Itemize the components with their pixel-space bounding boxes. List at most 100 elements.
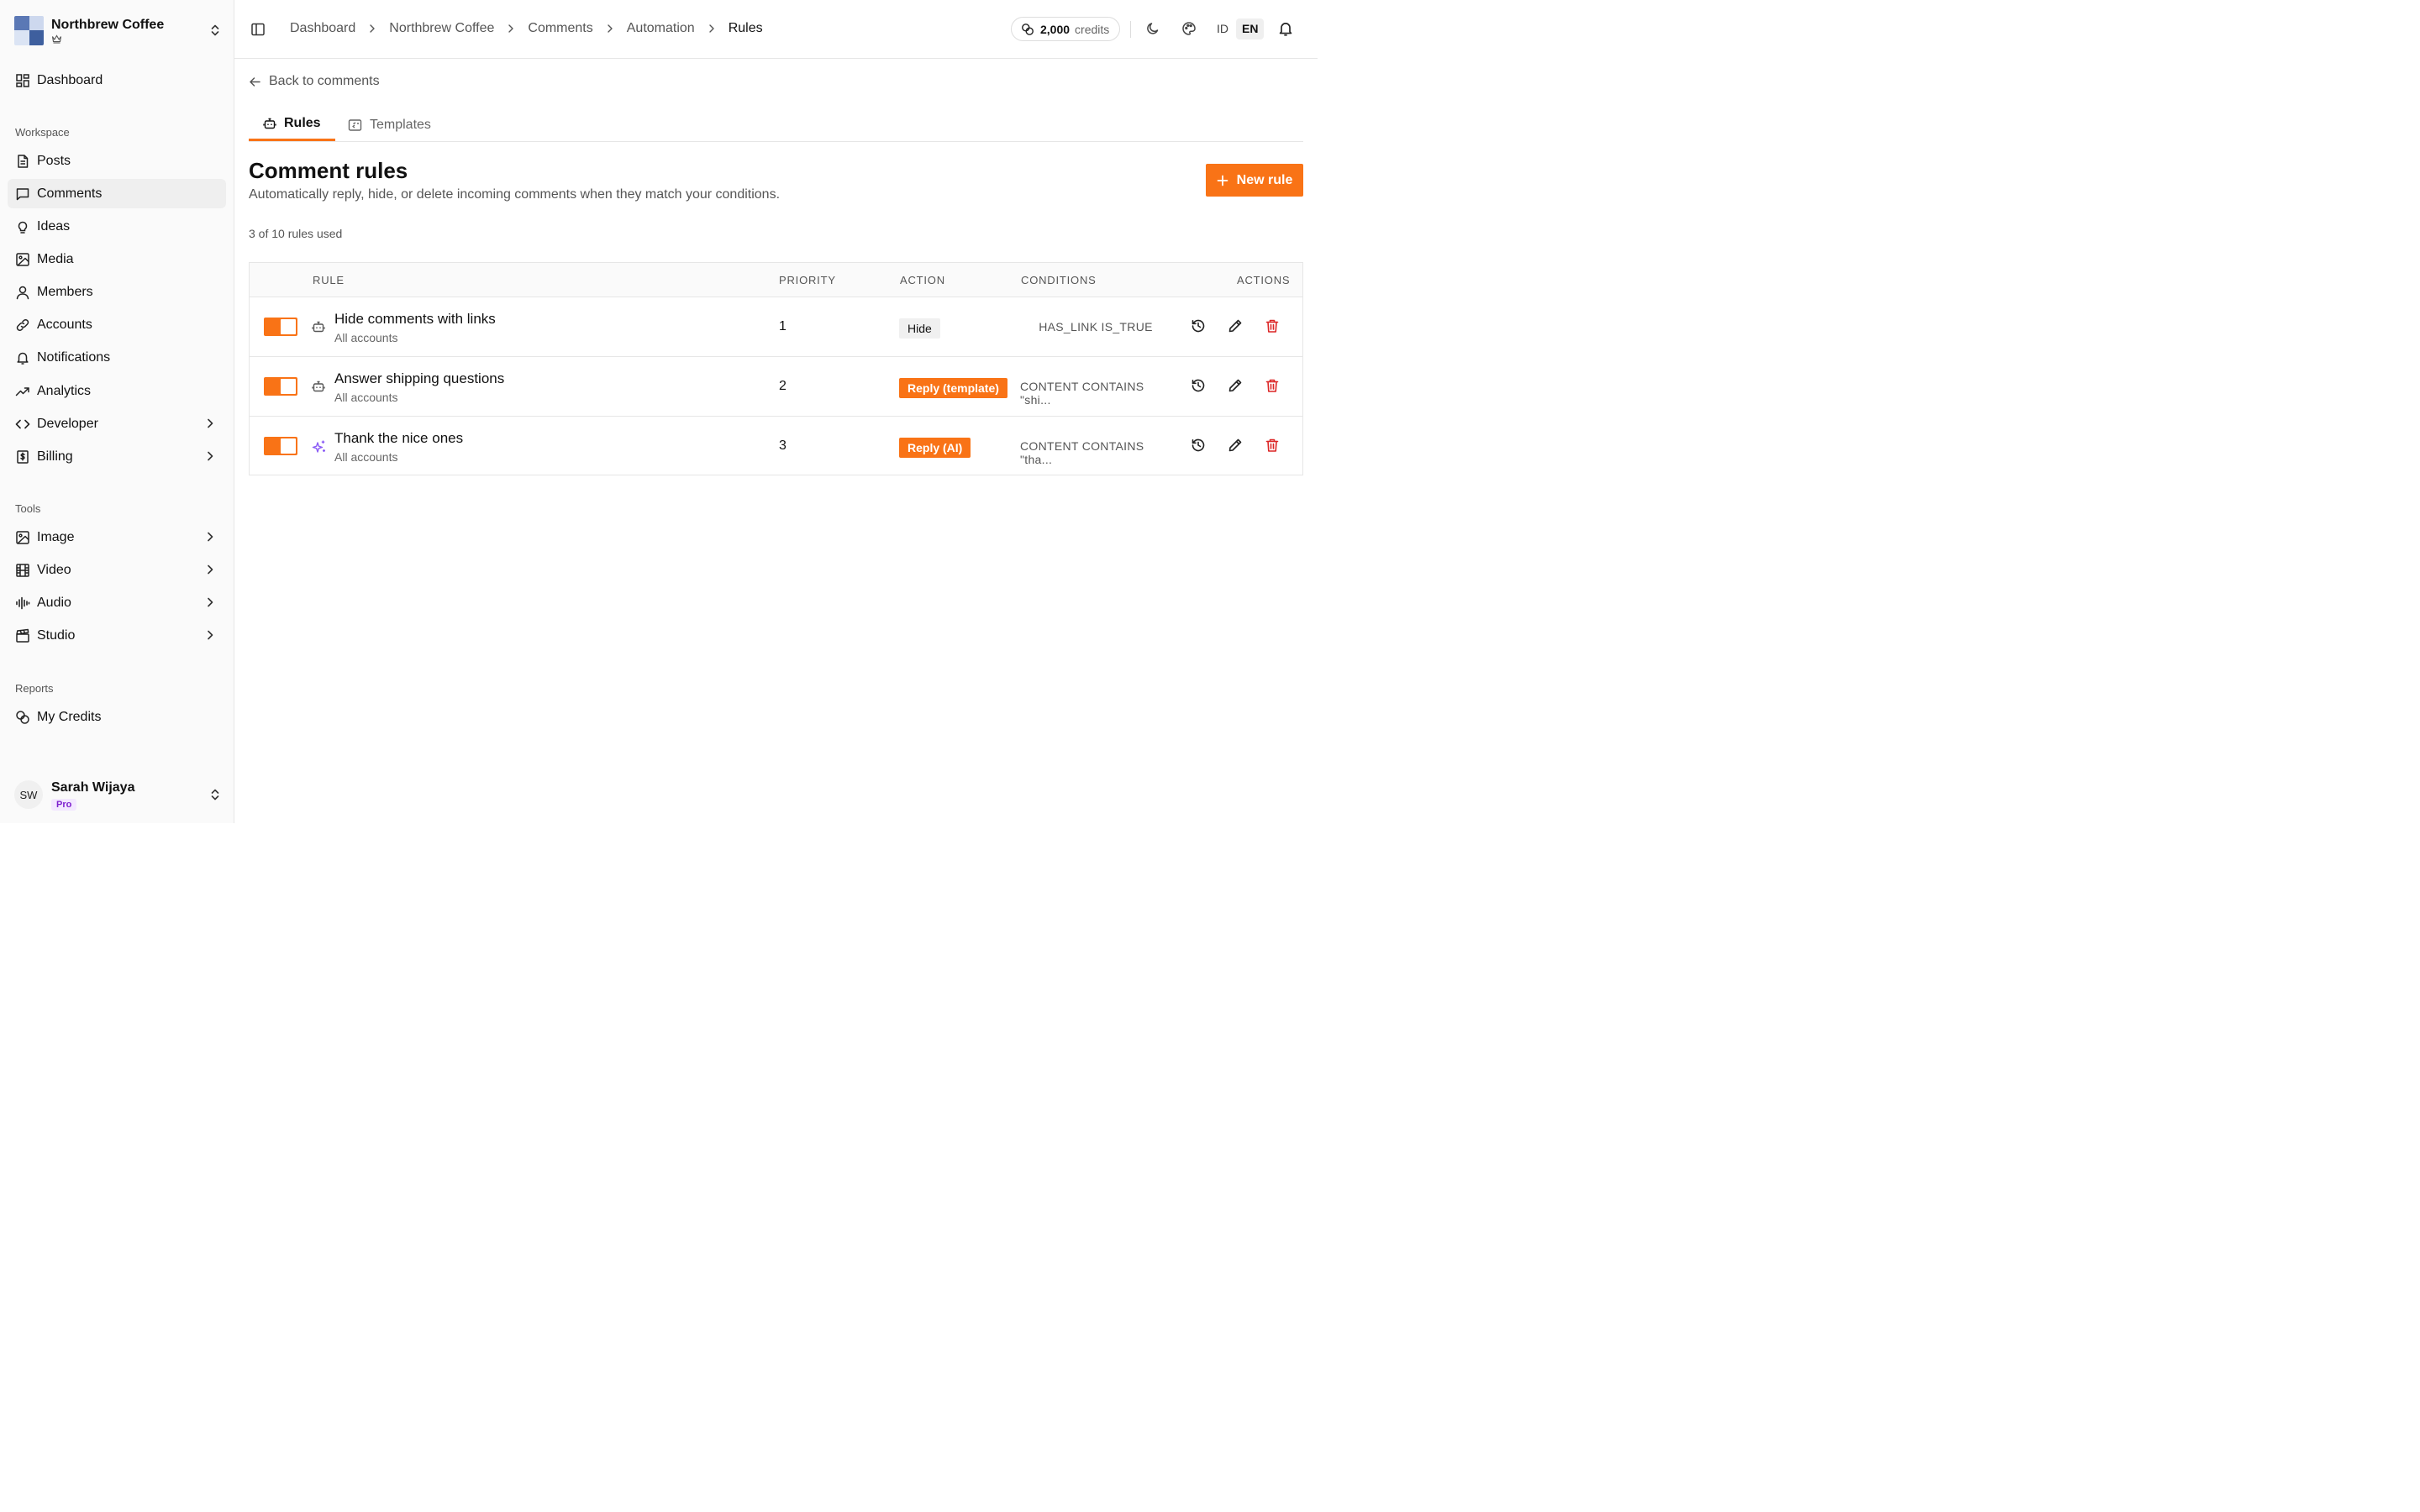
- rule-enabled-toggle[interactable]: [264, 437, 297, 455]
- chevron-right-icon[interactable]: [204, 596, 216, 608]
- template-icon: [348, 118, 370, 132]
- palette-icon[interactable]: [1181, 21, 1197, 36]
- chevron-right-icon[interactable]: [204, 450, 216, 462]
- new-rule-label: New rule: [1236, 172, 1293, 187]
- image-icon: [15, 530, 30, 545]
- rule-scope: All accounts: [334, 450, 398, 464]
- breadcrumb-automation[interactable]: Automation: [627, 21, 695, 36]
- rule-scope: All accounts: [334, 331, 398, 344]
- rule-priority: 3: [779, 438, 786, 453]
- sidebar-item-label: Image: [37, 529, 75, 544]
- sidebar-item-accounts[interactable]: Accounts: [8, 310, 226, 339]
- rule-scope: All accounts: [334, 391, 398, 404]
- user-menu[interactable]: SW Sarah Wijaya Pro: [14, 777, 221, 812]
- sidebar-item-developer[interactable]: Developer: [8, 409, 226, 438]
- history-icon[interactable]: [1191, 438, 1206, 453]
- sidebar-item-members[interactable]: Members: [8, 277, 226, 307]
- sidebar-item-label: Studio: [37, 627, 76, 643]
- rule-conditions: HAS_LINK IS_TRUE: [1039, 320, 1153, 333]
- edit-pencil-icon[interactable]: [1228, 438, 1243, 453]
- tab-templates[interactable]: Templates: [348, 108, 431, 142]
- new-rule-button[interactable]: New rule: [1206, 164, 1303, 197]
- sidebar-item-my-credits[interactable]: My Credits: [8, 702, 226, 732]
- history-icon[interactable]: [1191, 378, 1206, 393]
- chevron-right-icon[interactable]: [204, 564, 216, 575]
- sidebar-item-ideas[interactable]: Ideas: [8, 212, 226, 241]
- tab-label: Templates: [370, 117, 431, 132]
- sidebar-item-billing[interactable]: Billing: [8, 442, 226, 471]
- org-name: Northbrew Coffee: [51, 18, 165, 32]
- tab-bar: Rules Templates: [249, 108, 1303, 142]
- history-icon[interactable]: [1191, 318, 1206, 333]
- sidebar-item-analytics[interactable]: Analytics: [8, 376, 226, 406]
- film-icon: [15, 563, 30, 578]
- sidebar-item-label: Notifications: [37, 349, 111, 365]
- plan-badge: Pro: [51, 798, 77, 811]
- breadcrumb-dashboard[interactable]: Dashboard: [290, 21, 355, 36]
- section-label-workspace: Workspace: [15, 126, 70, 139]
- rule-priority: 1: [779, 319, 786, 333]
- tab-label: Rules: [284, 115, 321, 130]
- delete-trash-icon[interactable]: [1265, 378, 1280, 393]
- chevron-right-icon[interactable]: [204, 629, 216, 641]
- delete-trash-icon[interactable]: [1265, 318, 1280, 333]
- sidebar-item-media[interactable]: Media: [8, 244, 226, 274]
- chevron-right-icon: [707, 24, 717, 34]
- sidebar-item-posts[interactable]: Posts: [8, 146, 226, 176]
- sidebar-item-label: Developer: [37, 416, 98, 431]
- edit-pencil-icon[interactable]: [1228, 378, 1243, 393]
- sidebar-item-video[interactable]: Video: [8, 555, 226, 585]
- lang-id[interactable]: ID: [1211, 18, 1234, 39]
- sidebar-item-studio[interactable]: Studio: [8, 621, 226, 650]
- chevrons-up-down-icon[interactable]: [209, 788, 221, 801]
- rule-enabled-toggle[interactable]: [264, 377, 297, 396]
- chevron-right-icon: [367, 24, 377, 34]
- column-header-priority: PRIORITY: [779, 274, 836, 286]
- tab-rules[interactable]: Rules: [249, 108, 335, 141]
- clapperboard-icon: [15, 628, 30, 643]
- chevron-right-icon[interactable]: [204, 417, 216, 429]
- link-icon: [15, 318, 30, 333]
- edit-pencil-icon[interactable]: [1228, 318, 1243, 333]
- column-header-rule: RULE: [313, 274, 345, 286]
- dollar-file-icon: [15, 449, 30, 465]
- rule-enabled-toggle[interactable]: [264, 318, 297, 336]
- rule-name[interactable]: Answer shipping questions: [334, 370, 504, 387]
- sidebar-item-label: Accounts: [37, 317, 92, 332]
- sidebar-item-label: Members: [37, 284, 93, 299]
- sidebar: Northbrew Coffee Dashboard Workspace Pos…: [0, 0, 234, 823]
- lang-en[interactable]: EN: [1236, 18, 1265, 39]
- sidebar-item-label: Media: [37, 251, 74, 266]
- sidebar-toggle-icon[interactable]: [250, 22, 266, 37]
- bell-icon[interactable]: [1277, 20, 1294, 37]
- sidebar-item-label: Billing: [37, 449, 73, 464]
- sidebar-item-image[interactable]: Image: [8, 522, 226, 552]
- moon-icon[interactable]: [1145, 21, 1160, 36]
- table-header: RULE PRIORITY ACTION CONDITIONS ACTIONS: [250, 263, 1302, 297]
- sidebar-item-notifications[interactable]: Notifications: [8, 343, 226, 372]
- sidebar-item-label: My Credits: [37, 709, 102, 724]
- org-logo: [14, 15, 44, 45]
- code-icon: [15, 417, 30, 432]
- rule-name[interactable]: Thank the nice ones: [334, 430, 463, 447]
- chevrons-up-down-icon[interactable]: [209, 24, 221, 37]
- page-subtitle: Automatically reply, hide, or delete inc…: [249, 187, 781, 202]
- section-label-reports: Reports: [15, 682, 54, 695]
- avatar: SW: [14, 780, 43, 809]
- sidebar-item-dashboard[interactable]: Dashboard: [8, 66, 226, 95]
- chevron-right-icon[interactable]: [204, 531, 216, 543]
- bot-icon: [263, 117, 284, 130]
- breadcrumb: Dashboard Northbrew Coffee Comments Auto…: [290, 21, 763, 36]
- sidebar-item-comments[interactable]: Comments: [8, 179, 226, 208]
- credits-pill[interactable]: 2,000 credits: [1011, 17, 1121, 41]
- org-switcher[interactable]: Northbrew Coffee: [14, 13, 221, 47]
- chevron-right-icon: [506, 24, 516, 34]
- delete-trash-icon[interactable]: [1265, 438, 1280, 453]
- breadcrumb-org[interactable]: Northbrew Coffee: [389, 21, 494, 36]
- rule-name[interactable]: Hide comments with links: [334, 311, 496, 328]
- divider: [1130, 21, 1131, 38]
- breadcrumb-comments[interactable]: Comments: [528, 21, 592, 36]
- sidebar-item-audio[interactable]: Audio: [8, 588, 226, 617]
- credits-amount: 2,000: [1040, 22, 1071, 36]
- back-link[interactable]: Back to comments: [249, 74, 380, 89]
